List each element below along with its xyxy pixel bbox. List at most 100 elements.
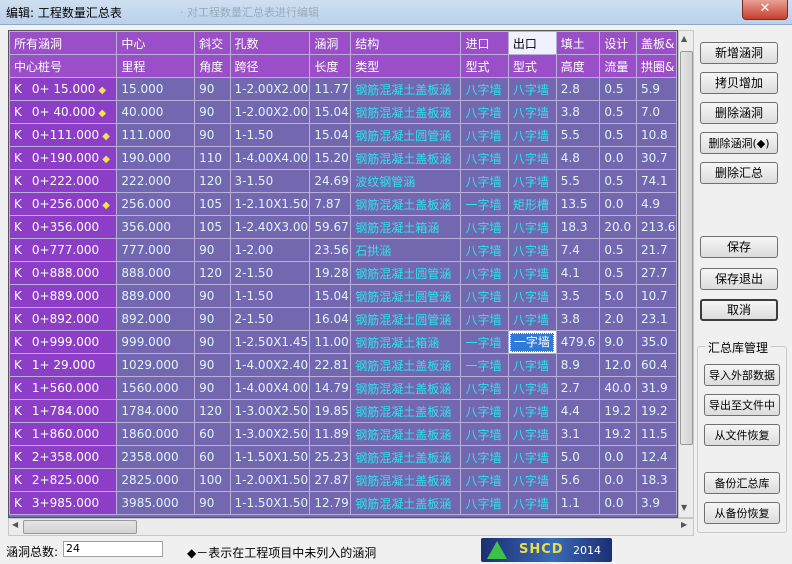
table-cell[interactable]: 15.20 <box>309 146 352 170</box>
table-cell[interactable]: 八字墙 <box>507 261 557 285</box>
table-cell[interactable]: 0.5 <box>599 169 637 193</box>
table-cell[interactable]: 5.9 <box>635 77 677 101</box>
restore-file-button[interactable]: 从文件恢复 <box>704 424 780 446</box>
table-row[interactable]: K 0+777.000 777.000 90 1-2.00 23.56 石拱涵 八字墙 八字墙 7… <box>9 238 677 262</box>
table-cell[interactable]: 7.4 <box>555 238 601 262</box>
table-row[interactable]: K 0+256.000 ◆ 256.000 105 1-2.10X1.50 7.87 钢筋混凝… <box>9 192 677 216</box>
table-cell[interactable]: 40.0 <box>599 376 637 400</box>
table-cell[interactable]: 27.7 <box>635 261 677 285</box>
column-header[interactable]: 中心 <box>116 31 196 55</box>
table-row[interactable]: K 0+999.000 999.000 90 1-2.50X1.45 11.00 钢筋混凝土… <box>9 330 677 354</box>
table-cell[interactable]: 4.9 <box>635 192 677 216</box>
table-cell[interactable]: 1-3.00X2.50 <box>229 399 311 423</box>
table-cell[interactable]: 9.0 <box>599 330 637 354</box>
table-cell[interactable]: 111.000 <box>116 123 196 147</box>
table-cell[interactable]: 3-1.50 <box>229 169 311 193</box>
station-cell[interactable]: K 0+999.000 <box>9 330 118 354</box>
column-header[interactable]: 类型 <box>350 54 462 78</box>
table-cell[interactable]: 2-1.50 <box>229 261 311 285</box>
station-cell[interactable]: K 1+860.000 <box>9 422 118 446</box>
table-cell[interactable]: 1-1.50X1.50 <box>229 445 311 469</box>
station-cell[interactable]: K 3+985.000 <box>9 491 118 515</box>
table-cell[interactable]: 八字墙 <box>507 238 557 262</box>
column-header[interactable]: 设计 <box>599 31 637 55</box>
table-cell[interactable]: 90 <box>194 100 231 124</box>
table-cell[interactable]: 15.000 <box>116 77 196 101</box>
table-cell[interactable]: 15.04 <box>309 123 352 147</box>
table-cell[interactable]: 1-2.00 <box>229 238 311 262</box>
table-cell[interactable]: 100 <box>194 468 231 492</box>
table-cell[interactable]: 八字墙 <box>460 215 509 239</box>
table-cell[interactable]: 31.9 <box>635 376 677 400</box>
table-cell[interactable]: 0.5 <box>599 123 637 147</box>
table-cell[interactable]: 889.000 <box>116 284 196 308</box>
table-cell[interactable]: 八字墙 <box>460 445 509 469</box>
table-row[interactable]: K 1+ 29.000 1029.000 90 1-4.00X2.40 22.81 钢筋混凝… <box>9 353 677 377</box>
table-cell[interactable]: 八字墙 <box>507 77 557 101</box>
table-cell[interactable]: 八字墙 <box>460 77 509 101</box>
station-cell[interactable]: K 2+825.000 <box>9 468 118 492</box>
table-row[interactable]: K 0+190.000 ◆ 190.000 110 1-4.00X4.00 15.20 钢筋混… <box>9 146 677 170</box>
table-cell[interactable]: 0.0 <box>599 491 637 515</box>
copy-add-button[interactable]: 拷贝增加 <box>700 72 778 94</box>
table-cell[interactable]: 59.67 <box>309 215 352 239</box>
table-cell[interactable]: 0.0 <box>599 468 637 492</box>
table-cell[interactable]: 0.0 <box>599 146 637 170</box>
table-cell[interactable]: 11.00 <box>309 330 352 354</box>
table-cell[interactable]: 4.8 <box>555 146 601 170</box>
save-exit-button[interactable]: 保存退出 <box>700 268 778 290</box>
table-cell[interactable]: 19.2 <box>635 399 677 423</box>
table-cell[interactable]: 120 <box>194 399 231 423</box>
table-cell[interactable]: 40.000 <box>116 100 196 124</box>
table-cell[interactable]: 105 <box>194 215 231 239</box>
table-cell[interactable]: 3.1 <box>555 422 601 446</box>
table-cell[interactable]: 10.7 <box>635 284 677 308</box>
station-cell[interactable]: K 0+111.000 ◆ <box>9 123 118 147</box>
table-cell[interactable]: 八字墙 <box>507 468 557 492</box>
column-header[interactable]: 里程 <box>116 54 196 78</box>
table-cell[interactable]: 1029.000 <box>116 353 196 377</box>
table-cell[interactable]: 120 <box>194 261 231 285</box>
column-header[interactable]: 高度 <box>555 54 601 78</box>
station-cell[interactable]: K 0+888.000 <box>9 261 118 285</box>
table-cell[interactable]: 90 <box>194 491 231 515</box>
table-cell[interactable]: 19.2 <box>599 399 637 423</box>
table-cell[interactable]: 90 <box>194 376 231 400</box>
table-cell[interactable]: 1860.000 <box>116 422 196 446</box>
table-cell[interactable]: 12.4 <box>635 445 677 469</box>
table-cell[interactable]: 35.0 <box>635 330 677 354</box>
table-cell[interactable]: 888.000 <box>116 261 196 285</box>
scroll-right-icon[interactable]: ▶ <box>681 520 687 529</box>
table-row[interactable]: K 2+825.000 2825.000 100 1-2.00X1.50 27.87 钢筋混… <box>9 468 677 492</box>
column-header[interactable]: 拱圈& <box>635 54 677 78</box>
table-cell[interactable]: 八字墙 <box>460 399 509 423</box>
table-row[interactable]: K 1+560.000 1560.000 90 1-4.00X4.00 14.79 钢筋混凝… <box>9 376 677 400</box>
table-cell[interactable]: 24.69 <box>309 169 352 193</box>
restore-backup-button[interactable]: 从备份恢复 <box>704 502 780 524</box>
table-cell[interactable]: 2.0 <box>599 307 637 331</box>
culvert-count-field[interactable]: 24 <box>63 541 163 557</box>
table-cell[interactable]: 213.6 <box>635 215 677 239</box>
table-cell[interactable]: 30.7 <box>635 146 677 170</box>
table-cell[interactable]: 90 <box>194 238 231 262</box>
table-cell[interactable]: 8.9 <box>555 353 601 377</box>
vertical-scrollbar[interactable]: ▲ ▼ <box>678 30 694 518</box>
add-culvert-button[interactable]: 新增涵洞 <box>700 42 778 64</box>
column-header[interactable]: 填土 <box>555 31 601 55</box>
table-cell[interactable]: 23.56 <box>309 238 352 262</box>
table-row[interactable]: K 3+985.000 3985.000 90 1-1.50X1.50 12.79 钢筋混凝… <box>9 491 677 515</box>
table-cell[interactable]: 1-4.00X2.40 <box>229 353 311 377</box>
table-cell[interactable]: 3985.000 <box>116 491 196 515</box>
station-cell[interactable]: K 0+889.000 <box>9 284 118 308</box>
table-cell[interactable]: 钢筋混凝土盖板涵 <box>350 100 462 124</box>
table-cell[interactable]: 八字墙 <box>507 123 557 147</box>
table-cell[interactable]: 钢筋混凝土盖板涵 <box>350 445 462 469</box>
column-header[interactable]: 所有涵洞 <box>9 31 118 55</box>
table-cell[interactable]: 钢筋混凝土盖板涵 <box>350 491 462 515</box>
table-cell[interactable]: 八字墙 <box>460 468 509 492</box>
table-cell[interactable]: 1-4.00X4.00 <box>229 376 311 400</box>
table-cell[interactable]: 八字墙 <box>460 307 509 331</box>
table-cell[interactable]: 1-2.50X1.45 <box>229 330 311 354</box>
table-cell[interactable]: 1-2.00X2.00 <box>229 77 311 101</box>
table-cell[interactable]: 4.1 <box>555 261 601 285</box>
